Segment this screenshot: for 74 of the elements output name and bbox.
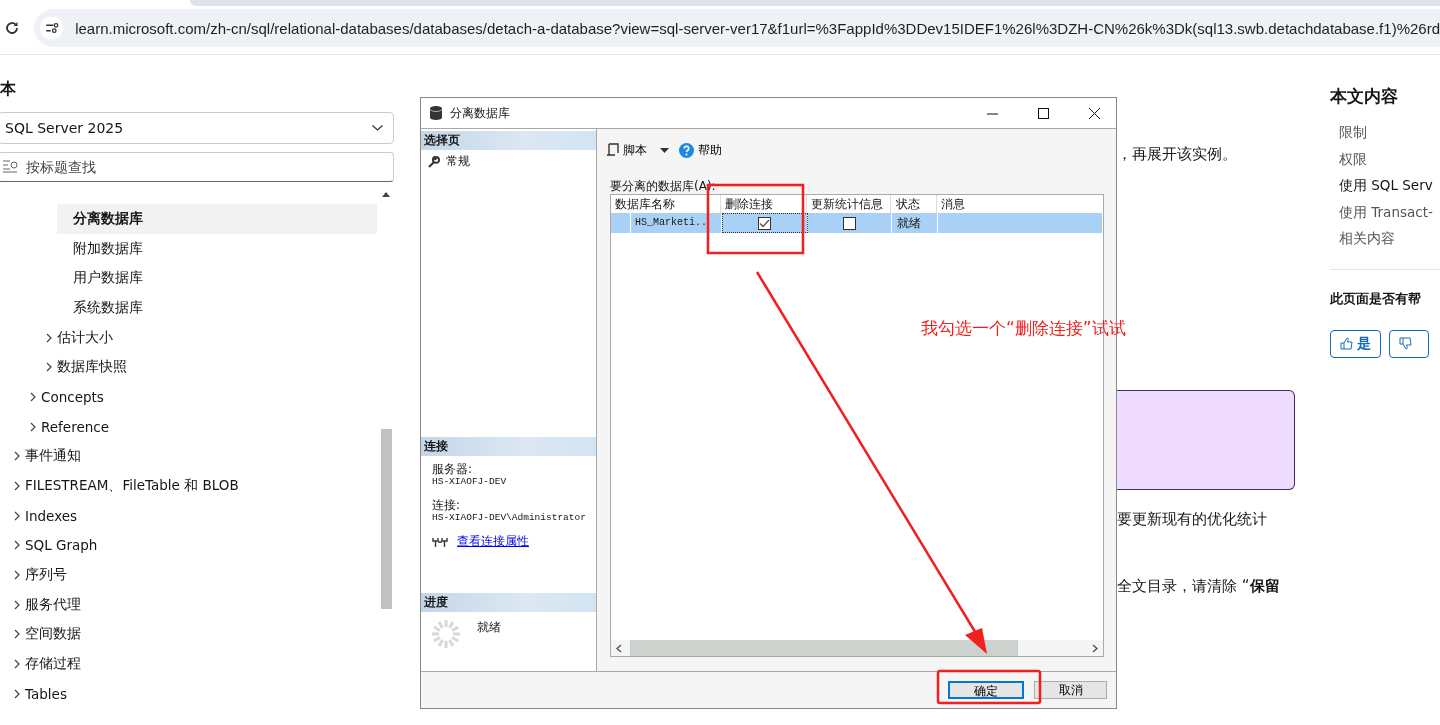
toc-link[interactable]: 使用 Transact- <box>1330 198 1440 225</box>
tree-item[interactable]: Indexes <box>9 500 329 531</box>
tree-item[interactable]: 服务代理 <box>9 589 329 620</box>
checkbox[interactable] <box>758 216 771 230</box>
cancel-button[interactable]: 取消 <box>1034 681 1107 699</box>
tree-item[interactable]: 序列号 <box>9 560 329 590</box>
scrollbar[interactable] <box>611 640 1103 656</box>
scroll-left-icon[interactable] <box>616 643 622 653</box>
plug-icon <box>432 535 448 548</box>
site-info-icon[interactable] <box>40 15 64 41</box>
section-header: 进度 <box>421 593 596 612</box>
paragraph-text: 要更新现有的优化统计 <box>1117 510 1268 529</box>
grid-row[interactable]: HS_Marketi.. 就绪 <box>611 213 1103 233</box>
field-value: HS-XIAOFJ-DEV\Administrator <box>432 512 587 524</box>
toc-heading: 本文内容 <box>1330 85 1399 108</box>
maximize-icon[interactable] <box>1038 107 1049 119</box>
tree-item[interactable]: 系统数据库 <box>57 293 377 323</box>
search-field[interactable]: 按标题查找 <box>0 152 394 182</box>
thumbs-up-icon <box>1340 337 1353 350</box>
scroll-up-icon[interactable] <box>382 192 390 197</box>
tree-item[interactable]: Concepts <box>25 382 345 412</box>
chevron-icon <box>372 125 383 131</box>
scroll-right-icon[interactable] <box>1092 643 1098 653</box>
tree-item[interactable]: 空间数据 <box>9 619 329 650</box>
tree-item[interactable]: 用户数据库 <box>57 263 377 294</box>
table-cell: 就绪 <box>892 213 938 233</box>
toc-link[interactable]: 限制 <box>1330 119 1440 146</box>
field-value: HS-XIAOFJ-DEV <box>432 476 508 488</box>
tree-item[interactable]: FILESTREAM、FileTable 和 BLOB <box>9 471 329 501</box>
table-cell: HS_Marketi.. <box>631 213 722 233</box>
progress-status: 就绪 <box>477 619 501 636</box>
tree-item[interactable]: Reference <box>25 411 345 442</box>
filter-icon <box>3 160 18 173</box>
help-button[interactable]: 帮助 <box>679 141 722 159</box>
connection-properties-link[interactable]: 查看连接属性 <box>457 533 529 550</box>
thumbs-down-icon <box>1399 337 1412 350</box>
toc-link[interactable]: 权限 <box>1330 145 1440 172</box>
toc-link[interactable]: 相关内容 <box>1330 225 1440 252</box>
database-icon <box>430 106 442 120</box>
field-label: 服务器: <box>432 463 474 476</box>
paragraph-text: 全文目录，请清除 “保留 <box>1117 577 1281 596</box>
paragraph-text: ，再展开该实例。 <box>1117 145 1238 164</box>
yes-button[interactable]: 是 <box>1330 329 1381 358</box>
reload-icon[interactable] <box>4 20 20 36</box>
wrench-icon <box>428 155 440 168</box>
tree-item[interactable]: 存储过程 <box>9 649 329 679</box>
caret-icon <box>660 147 669 153</box>
tree-item[interactable]: Tables <box>9 679 329 709</box>
annotation-text: 我勾选一个“删除连接”试试 <box>921 317 1126 340</box>
section-header: 选择页 <box>421 131 596 150</box>
section-header: 连接 <box>421 437 596 456</box>
window-title: 分离数据库 <box>450 104 510 122</box>
tree-item[interactable]: 估计大小 <box>41 322 361 353</box>
field-label: 连接: <box>432 499 462 512</box>
close-icon[interactable] <box>1089 107 1100 119</box>
script-icon <box>606 143 619 157</box>
ok-button[interactable]: 确定 <box>948 681 1024 699</box>
spinner-icon <box>431 619 461 649</box>
address-bar[interactable]: learn.microsoft.com/zh-cn/sql/relational-databases/databases/detach-a-database?view=sql-server-ver17&f1url=%3FappId%3DDev15IDEF1%26l%3DZH-CN%26k%3Dk(sql13.swb.detachdatabase.f1)%26rd <box>34 9 1440 47</box>
tree-item[interactable]: 数据库快照 <box>41 352 361 383</box>
feedback-question: 此页面是否有帮 <box>1330 289 1422 308</box>
tree-item[interactable]: SQL Graph <box>9 530 329 561</box>
no-button[interactable] <box>1389 329 1429 358</box>
sidebar-heading: 本 <box>0 79 17 100</box>
checkbox[interactable] <box>843 216 856 230</box>
column-header[interactable]: 消息 <box>937 195 1103 213</box>
page-item[interactable]: 常规 <box>421 150 596 173</box>
tree-item[interactable]: 附加数据库 <box>57 233 377 264</box>
help-icon <box>679 142 694 158</box>
version-select[interactable]: SQL Server 2025 <box>0 112 394 144</box>
toc-link[interactable]: 使用 SQL Serv <box>1330 172 1440 199</box>
tree-item[interactable]: 分离数据库 <box>57 204 377 234</box>
script-button[interactable]: 脚本 <box>606 141 669 159</box>
tree-item[interactable]: 事件通知 <box>9 441 329 472</box>
